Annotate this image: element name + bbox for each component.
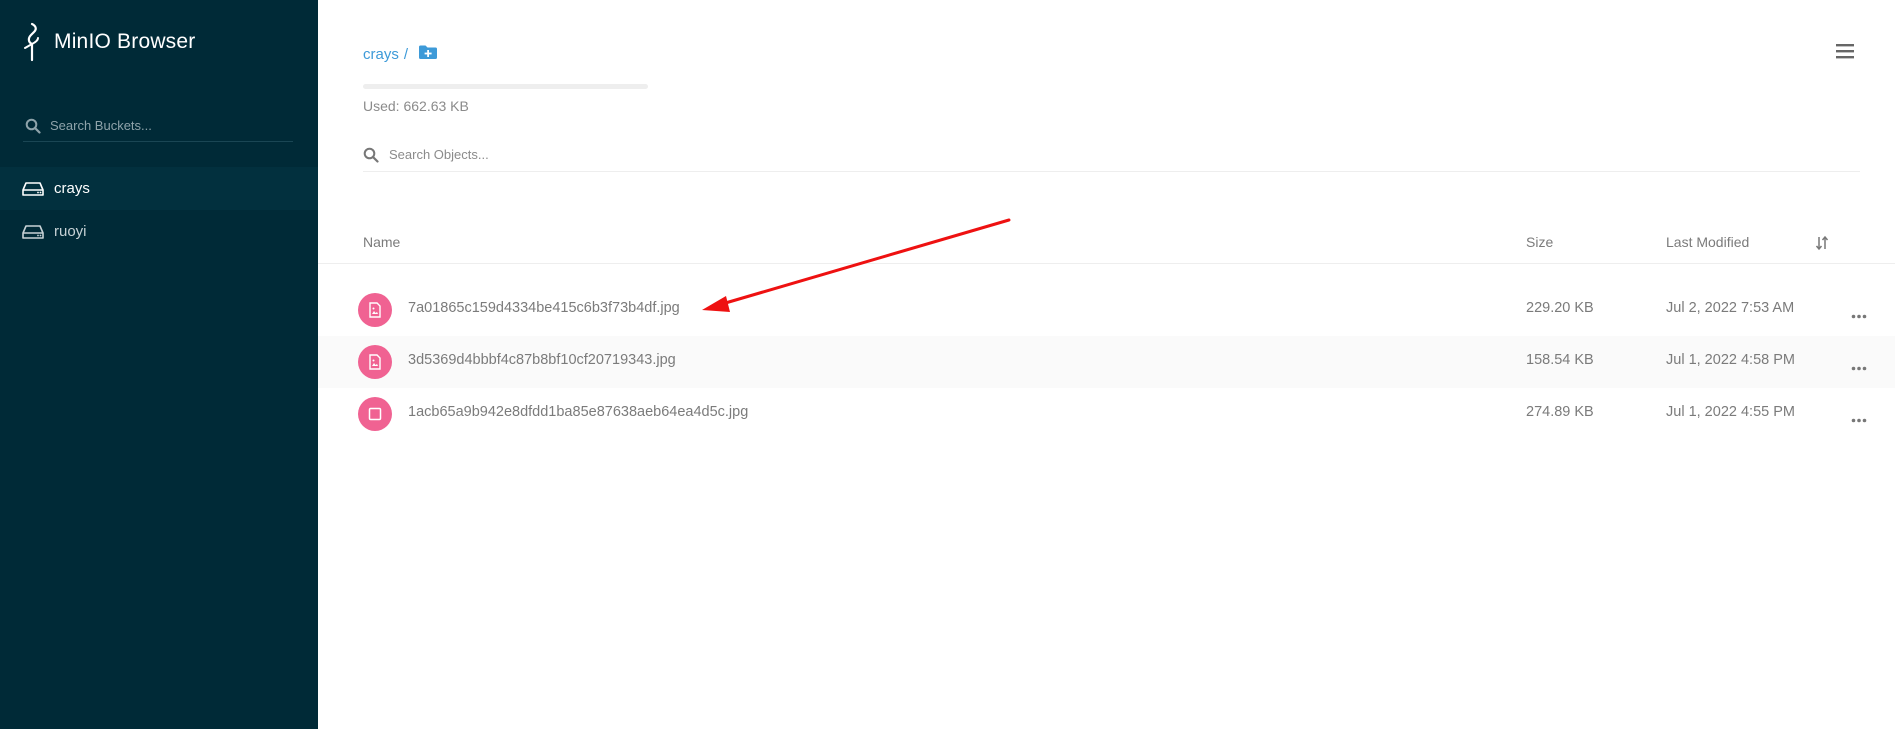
drive-icon xyxy=(22,224,44,239)
bucket-item-crays[interactable]: crays xyxy=(0,167,318,210)
brand[interactable]: MinIO Browser xyxy=(22,22,195,62)
bucket-label: ruoyi xyxy=(54,223,87,240)
file-modified-date: Jul 1, 2022 4:55 PM xyxy=(1666,404,1795,420)
file-name[interactable]: 7a01865c159d4334be415c6b3f73b4df.jpg xyxy=(408,300,680,316)
search-icon xyxy=(363,147,379,163)
file-name[interactable]: 1acb65a9b942e8dfdd1ba85e87638aeb64ea4d5c… xyxy=(408,404,748,420)
create-folder-button[interactable] xyxy=(418,44,438,64)
column-header-last-modified[interactable]: Last Modified xyxy=(1666,234,1749,250)
table-header: Name Size Last Modified xyxy=(318,232,1895,264)
hamburger-menu-icon xyxy=(1836,44,1854,59)
bucket-label: crays xyxy=(54,180,90,197)
breadcrumb: crays / xyxy=(363,44,438,64)
search-icon xyxy=(25,118,41,134)
table-row[interactable]: 3d5369d4bbbf4c87b8bf10cf20719343.jpg 158… xyxy=(318,336,1895,388)
menu-button[interactable] xyxy=(1835,42,1855,65)
column-header-size[interactable]: Size xyxy=(1526,234,1553,250)
more-horizontal-icon xyxy=(1851,314,1867,319)
drive-icon xyxy=(22,181,44,196)
more-horizontal-icon xyxy=(1851,418,1867,423)
usage-bar xyxy=(363,84,648,89)
sidebar: MinIO Browser crays ruoyi xyxy=(0,0,318,729)
file-size: 274.89 KB xyxy=(1526,404,1594,420)
breadcrumb-separator: / xyxy=(403,45,409,63)
bucket-item-ruoyi[interactable]: ruoyi xyxy=(0,210,318,253)
folder-plus-icon xyxy=(419,45,438,59)
more-horizontal-icon xyxy=(1851,366,1867,371)
file-size: 158.54 KB xyxy=(1526,352,1594,368)
file-name[interactable]: 3d5369d4bbbf4c87b8bf10cf20719343.jpg xyxy=(408,352,676,368)
bucket-search xyxy=(23,110,293,142)
bucket-search-input[interactable] xyxy=(48,117,278,134)
row-actions-button[interactable] xyxy=(1851,359,1867,375)
image-file-icon xyxy=(358,345,392,379)
main-content: crays / Used: 662.63 KB Name Size Last xyxy=(318,0,1895,729)
sort-icon xyxy=(1815,235,1829,251)
bucket-list: crays ruoyi xyxy=(0,167,318,253)
usage-text: Used: 662.63 KB xyxy=(363,98,469,114)
breadcrumb-bucket-link[interactable]: crays xyxy=(363,46,399,63)
row-actions-button[interactable] xyxy=(1851,307,1867,323)
object-search-input[interactable] xyxy=(387,146,987,163)
table-row[interactable]: 7a01865c159d4334be415c6b3f73b4df.jpg 229… xyxy=(318,284,1895,336)
column-header-name[interactable]: Name xyxy=(363,234,400,250)
file-modified-date: Jul 2, 2022 7:53 AM xyxy=(1666,300,1795,316)
brand-name: MinIO Browser xyxy=(54,30,196,53)
sort-button[interactable] xyxy=(1815,235,1829,254)
object-list: 7a01865c159d4334be415c6b3f73b4df.jpg 229… xyxy=(318,284,1895,440)
file-size: 229.20 KB xyxy=(1526,300,1594,316)
image-file-icon xyxy=(358,293,392,327)
file-modified-date: Jul 1, 2022 4:58 PM xyxy=(1666,352,1795,368)
minio-logo-icon xyxy=(24,22,39,62)
table-row[interactable]: 1acb65a9b942e8dfdd1ba85e87638aeb64ea4d5c… xyxy=(318,388,1895,440)
generic-file-icon xyxy=(358,397,392,431)
object-search xyxy=(363,138,1860,172)
row-actions-button[interactable] xyxy=(1851,411,1867,427)
